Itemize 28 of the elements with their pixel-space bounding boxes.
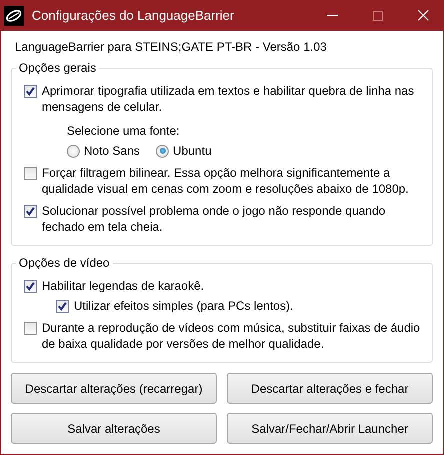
action-button[interactable]: Salvar/Fechar/Abrir Launcher [227,413,433,444]
checkbox[interactable] [24,167,37,180]
checkbox[interactable] [56,300,69,313]
window-title: Configurações do LanguageBarrier [32,8,236,23]
radio-label: Ubuntu [173,143,212,159]
group-title: Opções de vídeo [18,256,111,270]
checkbox-label: Aprimorar tipografia utilizada em textos e habilitar quebra de linha nas mensagens de celular. [42,83,416,115]
checkbox-label: Habilitar legendas de karaokê. [42,278,206,294]
group-title: Opções gerais [18,61,98,75]
version-label: LanguageBarrier para STEINS;GATE PT-BR - Versão 1.03 [14,39,328,56]
radio-button[interactable] [156,144,170,158]
checkbox-label: Solucionar possível problema onde o jogo não responde quando fechado em tela cheia. [42,203,387,235]
close-icon[interactable] [418,10,429,21]
checkbox[interactable] [24,205,37,218]
action-button[interactable]: Descartar alterações (recarregar) [11,373,217,404]
radio-button[interactable] [67,144,80,158]
checkbox-label: Durante a reprodução de vídeos com música, substituir faixas de áudio de baixa qualidade por versões de melhor qualidade. [42,320,422,352]
checkbox[interactable] [24,85,37,98]
app-logo-icon [4,6,24,26]
action-button[interactable]: Salvar alterações [11,413,217,444]
checkbox[interactable] [24,322,37,335]
action-button[interactable]: Descartar alterações e fechar [227,373,433,404]
checkbox[interactable] [24,280,37,293]
checkbox-label: Utilizar efeitos simples (para PCs lentos). [74,298,294,314]
maximize-icon[interactable] [373,10,383,20]
radio-group-label: Selecione uma fonte: [67,123,181,139]
checkbox-label: Forçar filtragem bilinear. Essa opção melhora significantemente a qualidade visual em cenas com zoom e resoluções abaixo de 1080p. [42,165,410,197]
radio-label: Noto Sans [84,143,140,159]
